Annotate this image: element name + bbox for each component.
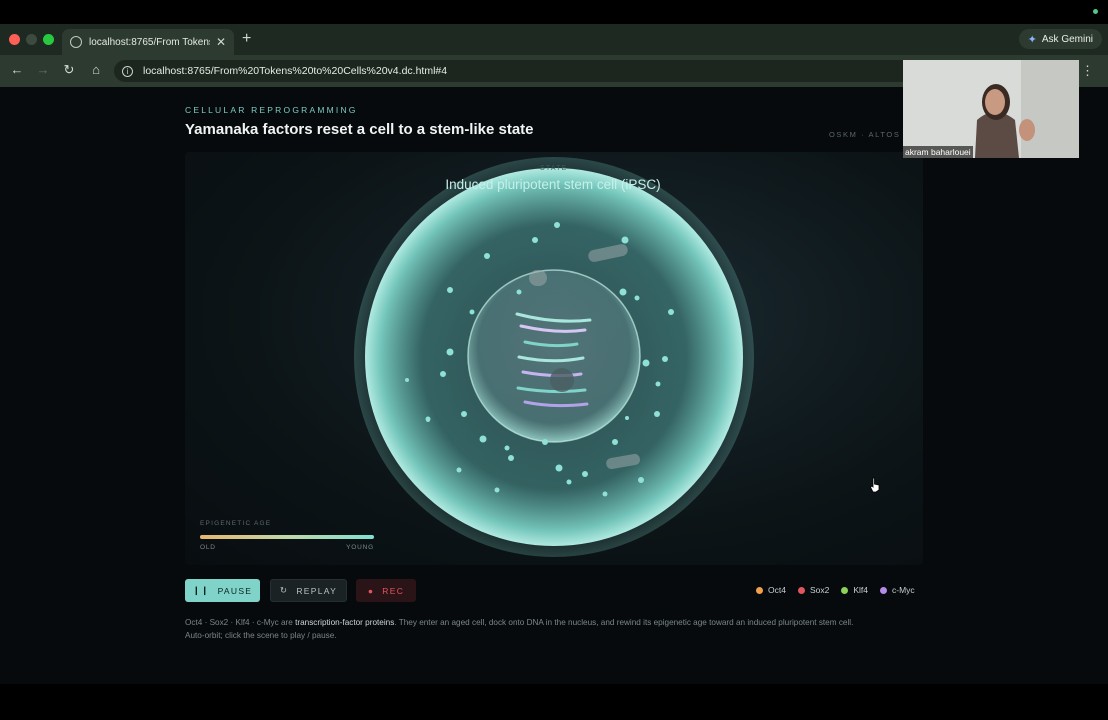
legend-swatch: [879, 586, 887, 594]
minimize-window-button[interactable]: [26, 34, 37, 45]
replay-icon: ↻: [279, 585, 289, 595]
record-button[interactable]: ● REC: [356, 579, 416, 602]
epigenetic-age-track: [200, 535, 374, 539]
caption-lead: Oct4 · Sox2 · Klf4 · c-Myc are: [185, 618, 296, 627]
nucleus: [467, 269, 641, 443]
cell-illustration[interactable]: [185, 152, 923, 565]
participant-name: akram baharlouei: [903, 146, 973, 158]
pause-button[interactable]: ❙❙ PAUSE: [185, 579, 260, 602]
replay-label: REPLAY: [296, 585, 338, 596]
back-icon[interactable]: ←: [9, 62, 25, 77]
forward-icon[interactable]: →: [35, 62, 51, 77]
record-dot-icon: ●: [367, 585, 375, 596]
stage-state-label: STATE: [540, 165, 568, 172]
legend-swatch: [797, 586, 805, 594]
legend-label: Klf4: [853, 585, 868, 595]
epigenetic-age-meter: EPIGENETIC AGE OLD YOUNG: [200, 520, 374, 551]
record-label: REC: [382, 585, 405, 596]
section-eyebrow: CELLULAR REPROGRAMMING: [185, 105, 358, 115]
protein-blob: [550, 368, 574, 392]
url-text: localhost:8765/From%20Tokens%20to%20Cell…: [143, 65, 448, 77]
globe-icon: [70, 36, 82, 48]
maximize-window-button[interactable]: [43, 34, 54, 45]
page-title: Yamanaka factors reset a cell to a stem-…: [185, 121, 534, 138]
age-young-label: YOUNG: [346, 544, 374, 551]
more-menu-icon[interactable]: ⋮: [1081, 63, 1094, 79]
address-bar[interactable]: i localhost:8765/From%20Tokens%20to%20Ce…: [114, 60, 1034, 82]
site-info-icon[interactable]: i: [122, 65, 133, 77]
caption-highlight: transcription-factor proteins: [295, 618, 395, 627]
scene-caption: Oct4 · Sox2 · Klf4 · c-Myc are transcrip…: [185, 616, 910, 642]
epigenetic-age-fill: [200, 535, 374, 539]
pause-label: PAUSE: [217, 585, 253, 596]
cell-state-title: Induced pluripotent stem cell (iPSC): [445, 177, 661, 192]
legend-swatch: [756, 586, 763, 594]
ask-gemini-button[interactable]: ✦ Ask Gemini: [1018, 29, 1102, 49]
hand-cursor-icon: [869, 477, 880, 493]
bottom-bar: [0, 684, 1108, 720]
caption-line2: Auto-orbit; click the scene to play / pa…: [185, 631, 337, 640]
tab-title: localhost:8765/From Tokens: [89, 36, 210, 48]
legend-item-sox2: Sox2: [797, 585, 830, 595]
video-call-overlay[interactable]: akram baharlouei: [903, 60, 1079, 158]
new-tab-icon[interactable]: +: [242, 30, 251, 48]
legend-item-oct4: Oct4: [756, 585, 786, 595]
browser-tab[interactable]: localhost:8765/From Tokens ✕: [62, 29, 234, 55]
close-window-button[interactable]: [9, 34, 20, 45]
replay-button[interactable]: ↻ REPLAY: [270, 579, 347, 602]
legend-swatch: [841, 586, 849, 594]
status-dot: [1093, 9, 1098, 14]
reload-icon[interactable]: ↻: [61, 62, 77, 78]
age-old-label: OLD: [200, 544, 216, 551]
system-top-bar: [0, 0, 1108, 24]
corner-label: OSKM · ALTOS: [829, 130, 901, 139]
legend-item-klf4: Klf4: [841, 585, 868, 595]
pause-icon: ❙❙: [192, 585, 210, 595]
legend-label: Oct4: [768, 585, 786, 595]
legend-label: c-Myc: [891, 585, 915, 595]
epigenetic-age-label: EPIGENETIC AGE: [200, 520, 272, 527]
participant-video: [903, 60, 1079, 158]
home-icon[interactable]: ⌂: [88, 62, 104, 77]
legend-item-cmyc: c-Myc: [879, 585, 915, 595]
ask-gemini-label: Ask Gemini: [1041, 33, 1093, 45]
factor-legend: Oct4 Sox2 Klf4 c-Myc: [756, 585, 915, 595]
legend-label: Sox2: [809, 585, 830, 595]
close-tab-icon[interactable]: ✕: [216, 35, 226, 49]
caption-rest: . They enter an aged cell, dock onto DNA…: [394, 618, 854, 627]
gemini-sparkle-icon: ✦: [1027, 33, 1037, 46]
